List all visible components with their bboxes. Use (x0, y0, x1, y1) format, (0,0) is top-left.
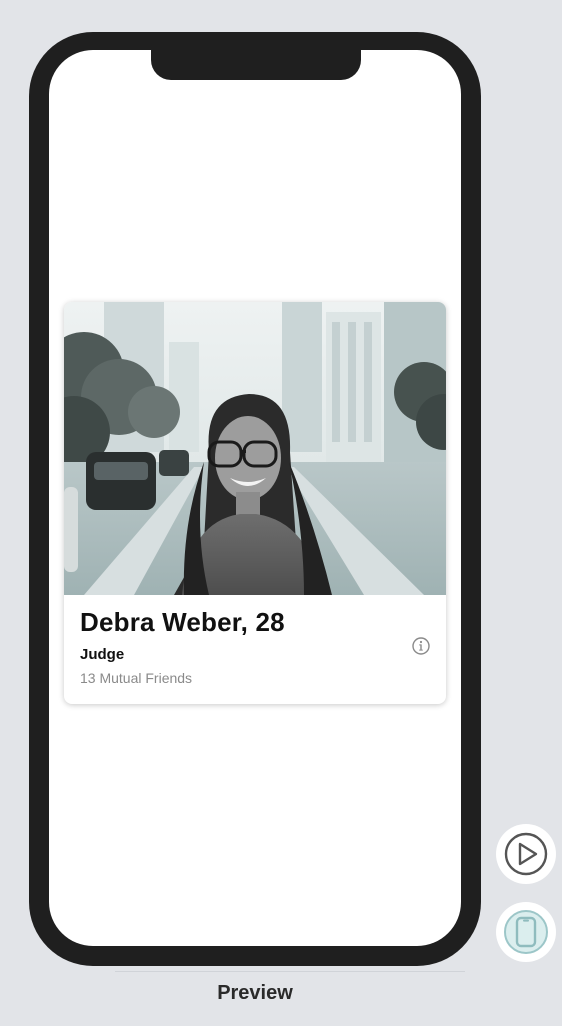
profile-card[interactable]: Debra Weber, 28 Judge 13 Mutual Friends (64, 302, 446, 704)
preview-label: Preview (217, 982, 293, 1004)
live-preview-button[interactable] (496, 824, 556, 884)
device-icon (504, 910, 548, 954)
phone-frame: Debra Weber, 28 Judge 13 Mutual Friends (29, 32, 481, 966)
profile-photo (64, 302, 446, 595)
canvas: Debra Weber, 28 Judge 13 Mutual Friends … (0, 0, 562, 1026)
preview-divider (115, 971, 465, 972)
info-icon[interactable] (411, 636, 431, 656)
device-preview-button[interactable] (496, 902, 556, 962)
phone-notch (151, 50, 361, 80)
mutual-friends-count: 13 Mutual Friends (80, 670, 193, 686)
play-icon (504, 832, 548, 876)
profile-occupation: Judge (80, 646, 125, 663)
phone-screen: Debra Weber, 28 Judge 13 Mutual Friends (49, 50, 461, 946)
profile-name: Debra Weber, 28 (80, 607, 285, 637)
